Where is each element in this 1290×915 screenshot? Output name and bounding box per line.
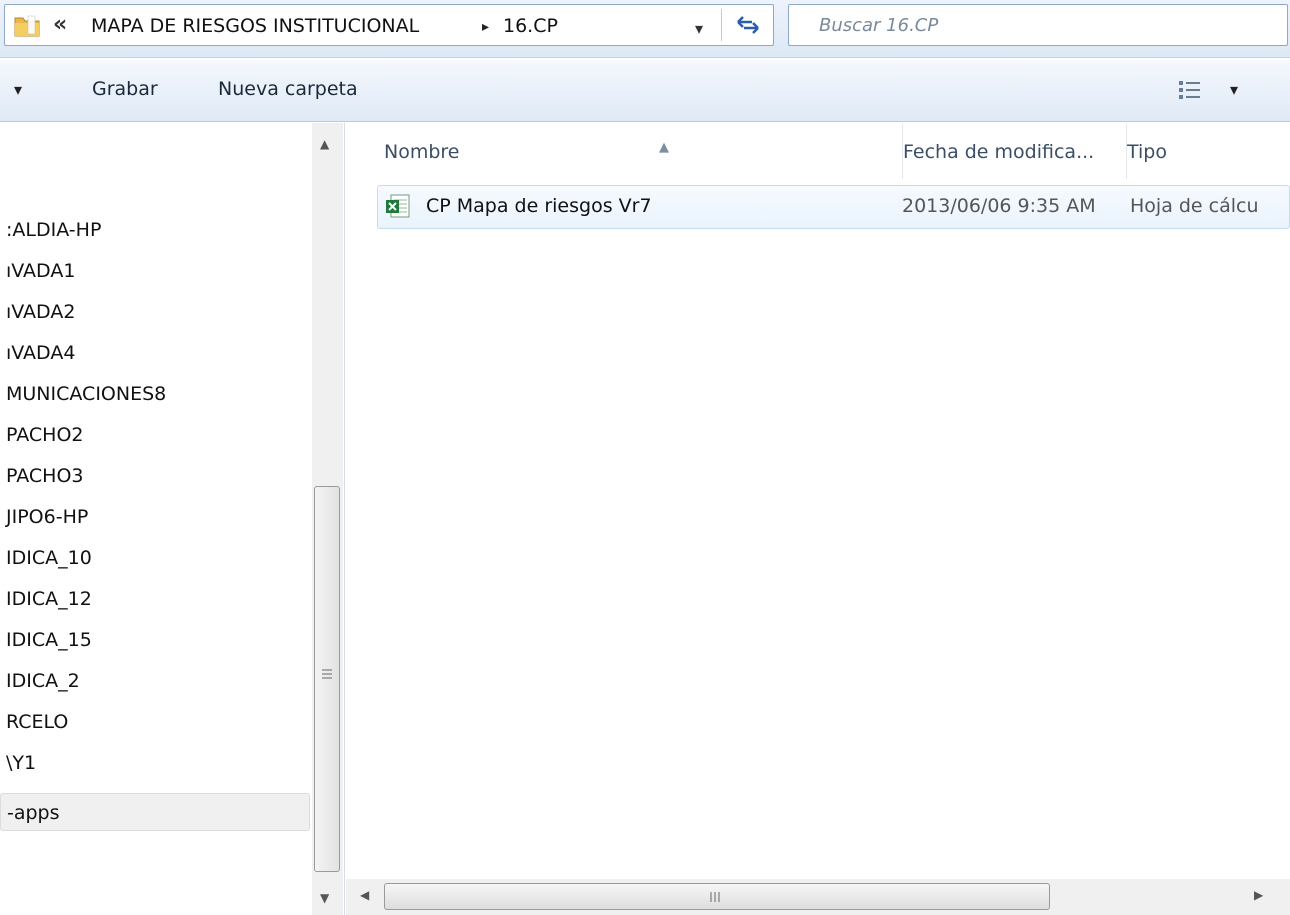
column-header-label: Tipo — [1127, 141, 1167, 163]
content-horizontal-scrollbar[interactable]: ◀ ▶ — [346, 879, 1290, 915]
nav-item[interactable]: IDICA_10 — [0, 539, 310, 577]
nav-item[interactable]: PACHO2 — [0, 416, 310, 454]
file-list-pane[interactable]: Nombre ▲ Fecha de modifica... Tipo CP Ma… — [346, 123, 1290, 915]
nav-item-selected[interactable]: -apps — [0, 793, 310, 831]
nav-item[interactable]: ıVADA1 — [0, 252, 310, 290]
grabar-button[interactable]: Grabar — [92, 78, 158, 100]
grip-icon — [322, 669, 332, 679]
scroll-thumb[interactable] — [384, 883, 1050, 910]
file-name: CP Mapa de riesgos Vr7 — [426, 195, 652, 217]
column-header-row: Nombre ▲ Fecha de modifica... Tipo — [346, 123, 1290, 179]
view-options-dropdown[interactable]: ▾ — [1230, 80, 1238, 99]
navigation-pane[interactable]: :ALDIA-HP ıVADA1 ıVADA2 ıVADA4 MUNICACIO… — [0, 123, 345, 915]
nav-item[interactable]: MUNICACIONES8 — [0, 375, 310, 413]
view-options-icon[interactable] — [1178, 80, 1202, 100]
address-history-dropdown[interactable]: ▾ — [695, 19, 703, 38]
breadcrumb-item-16cp[interactable]: 16.CP — [503, 15, 558, 37]
column-header-tipo[interactable]: Tipo — [1126, 123, 1290, 179]
refresh-icon[interactable] — [730, 10, 766, 40]
breadcrumb-overflow-chevron[interactable]: « — [53, 12, 67, 37]
column-header-nombre[interactable]: Nombre ▲ — [384, 123, 914, 179]
column-header-fecha[interactable]: Fecha de modifica... — [902, 123, 1126, 179]
column-header-label: Nombre — [384, 141, 460, 163]
grip-icon — [710, 892, 720, 902]
scroll-down-arrow[interactable]: ▼ — [320, 891, 329, 905]
excel-file-icon — [386, 194, 410, 218]
nav-item[interactable]: IDICA_2 — [0, 662, 310, 700]
nav-item[interactable]: IDICA_15 — [0, 621, 310, 659]
address-bar-row: « MAPA DE RIESGOS INSTITUCIONAL ▸ 16.CP … — [0, 0, 1290, 58]
search-placeholder: Buscar 16.CP — [819, 15, 939, 36]
scroll-right-arrow[interactable]: ▶ — [1254, 888, 1263, 902]
search-box[interactable]: Buscar 16.CP — [788, 4, 1288, 46]
file-date: 2013/06/06 9:35 AM — [902, 195, 1096, 217]
file-row[interactable]: CP Mapa de riesgos Vr7 2013/06/06 9:35 A… — [377, 185, 1290, 229]
address-divider — [721, 9, 722, 41]
nav-item[interactable]: PACHO3 — [0, 457, 310, 495]
nav-item[interactable]: \Y1 — [0, 744, 310, 782]
command-bar: ▾ Grabar Nueva carpeta ▾ — [0, 60, 1290, 122]
sort-ascending-icon: ▲ — [659, 140, 669, 155]
nav-item[interactable]: ıVADA2 — [0, 293, 310, 331]
breadcrumb-item-mapa-riesgos[interactable]: MAPA DE RIESGOS INSTITUCIONAL — [91, 15, 419, 37]
nav-item[interactable]: IDICA_12 — [0, 580, 310, 618]
nav-item[interactable]: JIPO6-HP — [0, 498, 310, 536]
breadcrumb-separator-arrow[interactable]: ▸ — [482, 19, 489, 35]
address-bar[interactable]: « MAPA DE RIESGOS INSTITUCIONAL ▸ 16.CP … — [4, 4, 774, 46]
scroll-up-arrow[interactable]: ▲ — [320, 137, 329, 151]
nueva-carpeta-button[interactable]: Nueva carpeta — [218, 78, 358, 100]
organize-dropdown[interactable]: ▾ — [14, 80, 22, 99]
nav-item[interactable]: ıVADA4 — [0, 334, 310, 372]
scroll-thumb[interactable] — [314, 486, 340, 872]
nav-item[interactable]: RCELO — [0, 703, 310, 741]
file-type: Hoja de cálcu — [1130, 195, 1259, 217]
scroll-left-arrow[interactable]: ◀ — [360, 888, 369, 902]
nav-vertical-scrollbar[interactable]: ▲ ▼ — [312, 123, 343, 915]
explorer-window: « MAPA DE RIESGOS INSTITUCIONAL ▸ 16.CP … — [0, 0, 1290, 915]
column-header-label: Fecha de modifica... — [903, 141, 1095, 163]
folder-icon — [14, 15, 40, 37]
nav-item[interactable]: :ALDIA-HP — [0, 211, 310, 249]
